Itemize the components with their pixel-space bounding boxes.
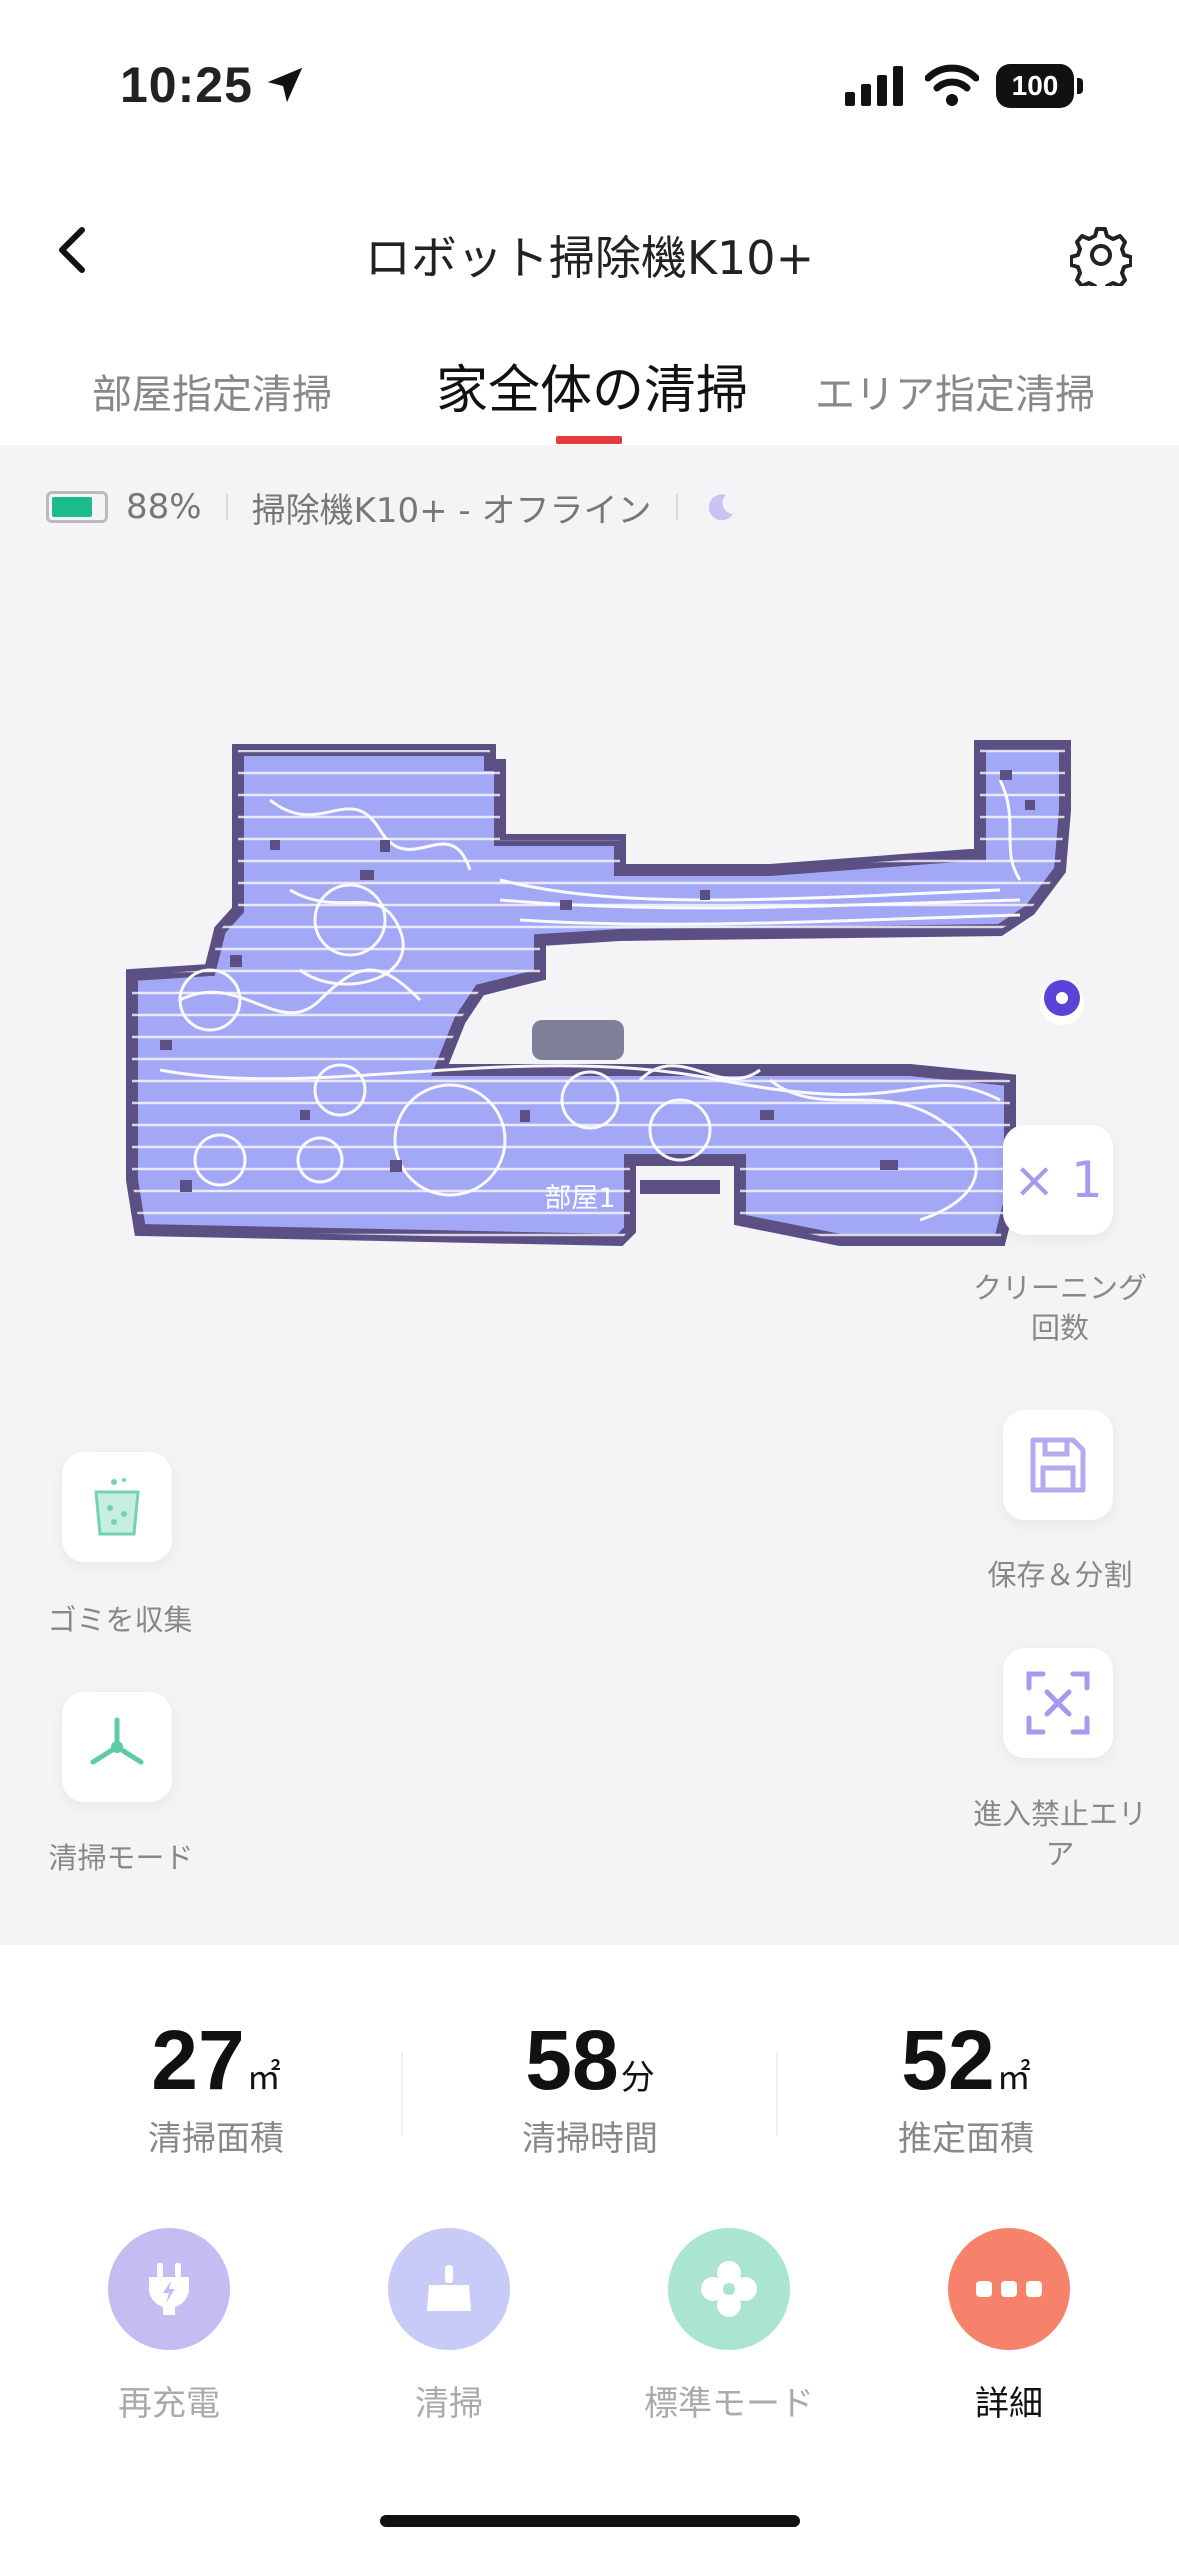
recharge-button[interactable] bbox=[108, 2228, 230, 2350]
details-label: 詳細 bbox=[975, 2384, 1043, 2424]
side-brush-icon bbox=[90, 1717, 144, 1765]
device-status-text: 掃除機K10+ - オフライン bbox=[251, 490, 652, 531]
stat-divider bbox=[776, 2052, 778, 2136]
battery-small-icon bbox=[46, 491, 108, 523]
standard-mode-button[interactable] bbox=[668, 2228, 790, 2350]
stat-value: 27 bbox=[151, 2013, 245, 2107]
cleaning-count-button[interactable]: × 1 bbox=[1003, 1125, 1113, 1235]
broom-icon bbox=[427, 2265, 471, 2311]
floppy-disk-icon bbox=[1030, 1437, 1086, 1493]
save-split-button[interactable] bbox=[1003, 1410, 1113, 1520]
dust-collect-button[interactable] bbox=[62, 1452, 172, 1562]
no-go-label-line1: 進入禁止エリ bbox=[972, 1797, 1147, 1831]
dust-collect-label: ゴミを収集 bbox=[47, 1603, 193, 1637]
cleaning-count-label-line2: 回数 bbox=[1030, 1311, 1089, 1345]
stat-divider bbox=[401, 2052, 403, 2136]
standard-mode-action[interactable]: 標準モード bbox=[639, 2228, 819, 2425]
clean-label: 清掃 bbox=[415, 2384, 483, 2424]
status-time: 10:25 bbox=[120, 57, 253, 113]
stat-unit: ㎡ bbox=[246, 2058, 281, 2098]
fan-icon bbox=[701, 2261, 757, 2317]
recharge-action[interactable]: 再充電 bbox=[79, 2228, 259, 2425]
battery-percent: 88% bbox=[126, 487, 202, 527]
wifi-icon bbox=[925, 64, 979, 106]
no-go-zone-label: 進入禁止エリ ア bbox=[955, 1794, 1165, 1874]
clean-action[interactable]: 清掃 bbox=[359, 2228, 539, 2425]
moon-icon bbox=[708, 494, 733, 521]
recharge-label: 再充電 bbox=[118, 2384, 220, 2424]
clean-mode-tabs: 部屋指定清掃 家全体の清掃 エリア指定清掃 bbox=[0, 340, 1179, 445]
clean-button[interactable] bbox=[388, 2228, 510, 2350]
stat-value: 52 bbox=[901, 2013, 995, 2107]
stat-cleaned-area: 27㎡ 清掃面積 bbox=[86, 2012, 346, 2160]
status-bar: 10:25 100 bbox=[0, 0, 1179, 170]
no-go-zone-button[interactable] bbox=[1003, 1648, 1113, 1758]
device-info-row: 88% 掃除機K10+ - オフライン bbox=[46, 484, 738, 531]
tab-zone-clean[interactable]: エリア指定清掃 bbox=[815, 362, 1095, 420]
clean-mode-button[interactable] bbox=[62, 1692, 172, 1802]
gear-icon[interactable] bbox=[1070, 224, 1132, 286]
home-indicator[interactable] bbox=[380, 2515, 800, 2527]
details-button[interactable] bbox=[948, 2228, 1070, 2350]
cellular-signal-icon bbox=[845, 66, 903, 106]
tab-whole-home[interactable]: 家全体の清掃 bbox=[436, 348, 748, 423]
no-go-zone-icon bbox=[1026, 1671, 1090, 1735]
plug-icon bbox=[149, 2263, 189, 2315]
stat-value: 58 bbox=[525, 2013, 619, 2107]
battery-indicator: 100 bbox=[996, 64, 1074, 108]
stat-label: 清掃面積 bbox=[148, 2119, 284, 2159]
stat-label: 清掃時間 bbox=[522, 2119, 658, 2159]
cleaning-count-label: クリーニング 回数 bbox=[960, 1268, 1160, 1348]
tab-room-clean[interactable]: 部屋指定清掃 bbox=[92, 362, 332, 420]
trash-bin-icon bbox=[94, 1478, 140, 1536]
stat-label: 推定面積 bbox=[898, 2119, 1034, 2159]
room-label: 部屋1 bbox=[544, 1183, 616, 1214]
battery-tip bbox=[1077, 78, 1083, 94]
location-arrow-icon bbox=[267, 67, 303, 103]
save-split-label: 保存＆分割 bbox=[987, 1558, 1133, 1592]
clean-mode-label: 清掃モード bbox=[48, 1841, 194, 1875]
cleaning-count-label-line1: クリーニング bbox=[972, 1271, 1147, 1305]
floor-map[interactable] bbox=[120, 740, 1130, 1540]
stat-estimated-area: 52㎡ 推定面積 bbox=[836, 2012, 1096, 2160]
room-label-chip[interactable] bbox=[532, 1020, 624, 1060]
stat-cleaning-time: 58分 清掃時間 bbox=[460, 2012, 720, 2160]
page-title: ロボット掃除機K10+ bbox=[364, 231, 815, 285]
stat-unit: ㎡ bbox=[996, 2058, 1031, 2098]
cleaning-count-value: × 1 bbox=[1013, 1151, 1103, 1209]
standard-mode-label: 標準モード bbox=[644, 2384, 814, 2424]
active-tab-indicator bbox=[556, 436, 622, 444]
robot-position-icon bbox=[1040, 980, 1084, 1025]
no-go-label-line2: ア bbox=[1045, 1837, 1075, 1871]
details-action[interactable]: 詳細 bbox=[919, 2228, 1099, 2425]
stat-unit: 分 bbox=[620, 2058, 655, 2098]
more-dots-icon bbox=[976, 2281, 1042, 2297]
